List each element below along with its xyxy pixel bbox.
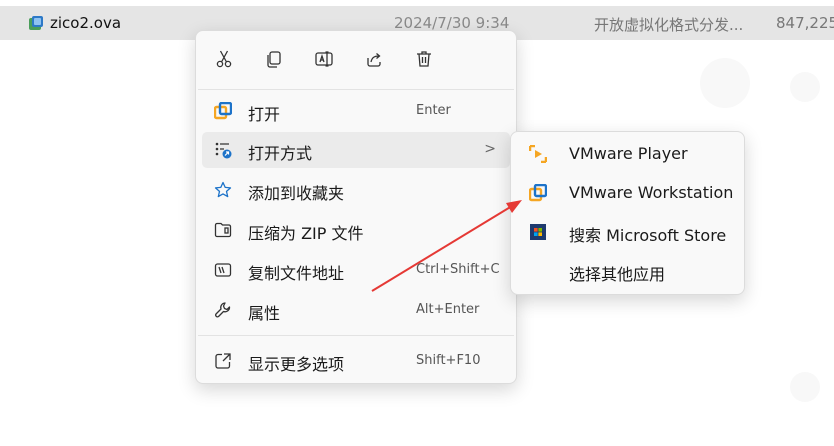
menu-item-label: 显示更多选项 bbox=[248, 355, 345, 374]
background-blob bbox=[700, 58, 750, 108]
copy-icon bbox=[264, 49, 284, 69]
vmware-icon bbox=[214, 102, 232, 120]
shortcut-label: Alt+Enter bbox=[416, 302, 480, 317]
shortcut-label: Enter bbox=[416, 103, 451, 118]
menu-item-copy-path[interactable]: 复制文件地址 Ctrl+Shift+C bbox=[202, 252, 510, 288]
submenu-item-choose-other-app[interactable]: 选择其他应用 bbox=[515, 253, 739, 289]
vmware-workstation-icon bbox=[529, 184, 547, 202]
copy-button[interactable] bbox=[260, 45, 288, 73]
menu-item-compress-zip[interactable]: 压缩为 ZIP 文件 bbox=[202, 212, 510, 248]
file-type: 开放虚拟化格式分发... bbox=[594, 16, 744, 34]
quick-action-bar bbox=[196, 31, 516, 87]
submenu-item-label: 搜索 Microsoft Store bbox=[569, 226, 727, 245]
rename-icon bbox=[314, 49, 334, 69]
menu-item-label: 压缩为 ZIP 文件 bbox=[248, 224, 364, 243]
share-icon bbox=[364, 49, 384, 69]
menu-item-open-with[interactable]: 打开方式 > bbox=[202, 132, 510, 168]
rename-button[interactable] bbox=[310, 45, 338, 73]
menu-item-add-favorites[interactable]: 添加到收藏夹 bbox=[202, 172, 510, 208]
wrench-icon bbox=[214, 301, 232, 319]
menu-item-label: 添加到收藏夹 bbox=[248, 184, 345, 203]
delete-button[interactable] bbox=[410, 45, 438, 73]
submenu-item-label: 选择其他应用 bbox=[569, 265, 666, 284]
separator bbox=[198, 335, 514, 336]
shortcut-label: Ctrl+Shift+C bbox=[416, 262, 500, 277]
submenu-item-label: VMware Player bbox=[569, 144, 688, 163]
submenu-item-vmware-workstation[interactable]: VMware Workstation bbox=[515, 175, 739, 211]
submenu-item-label: VMware Workstation bbox=[569, 183, 734, 202]
context-menu: 打开 Enter 打开方式 > 添加到收藏夹 压缩为 ZIP 文件 复制文件地址… bbox=[195, 30, 517, 384]
cut-icon bbox=[214, 49, 234, 69]
cut-button[interactable] bbox=[210, 45, 238, 73]
ova-file-icon bbox=[28, 15, 44, 31]
share-button[interactable] bbox=[360, 45, 388, 73]
background-blob bbox=[790, 372, 820, 402]
shortcut-label: Shift+F10 bbox=[416, 353, 481, 368]
menu-item-label: 属性 bbox=[248, 304, 281, 323]
menu-item-show-more-options[interactable]: 显示更多选项 Shift+F10 bbox=[202, 343, 510, 379]
chevron-right-icon: > bbox=[484, 141, 496, 157]
submenu-item-microsoft-store[interactable]: 搜索 Microsoft Store bbox=[515, 214, 739, 250]
menu-item-open[interactable]: 打开 Enter bbox=[202, 93, 510, 129]
more-options-icon bbox=[214, 352, 232, 370]
open-with-submenu: VMware Player VMware Workstation 搜索 Micr… bbox=[510, 131, 745, 295]
file-size: 847,225 bbox=[776, 14, 834, 32]
microsoft-store-icon bbox=[529, 223, 547, 241]
star-icon bbox=[214, 181, 232, 199]
menu-item-label: 打开 bbox=[248, 105, 281, 124]
zip-icon bbox=[214, 221, 232, 239]
open-with-icon bbox=[214, 141, 232, 159]
separator bbox=[198, 89, 514, 90]
delete-icon bbox=[414, 49, 434, 69]
file-name: zico2.ova bbox=[50, 14, 122, 32]
vmware-player-icon bbox=[529, 145, 547, 163]
menu-item-label: 打开方式 bbox=[248, 144, 313, 163]
submenu-item-vmware-player[interactable]: VMware Player bbox=[515, 136, 739, 172]
menu-item-label: 复制文件地址 bbox=[248, 264, 345, 283]
copy-path-icon bbox=[214, 261, 232, 279]
background-blob bbox=[790, 72, 820, 102]
menu-item-properties[interactable]: 属性 Alt+Enter bbox=[202, 292, 510, 328]
